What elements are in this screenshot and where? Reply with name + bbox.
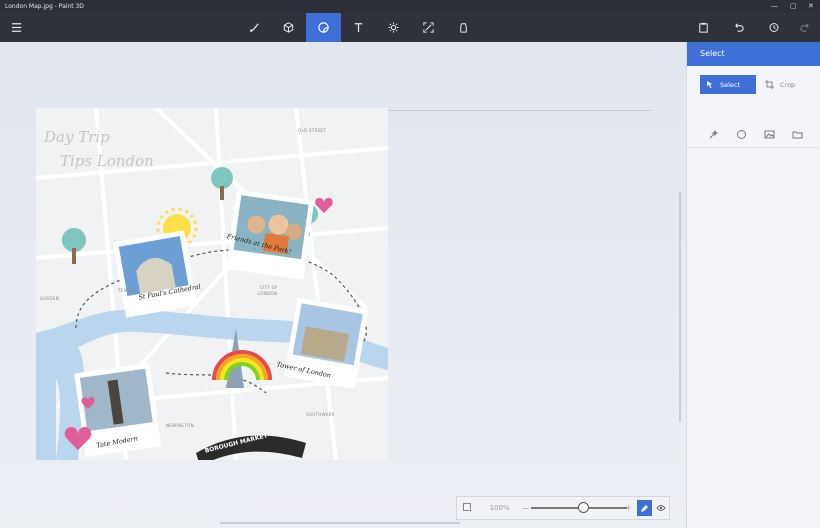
zoom-out-button[interactable]: — (521, 504, 530, 512)
fit-to-screen-button[interactable] (457, 502, 478, 514)
zoom-percent: 100% (489, 504, 510, 512)
sun-icon (388, 22, 399, 33)
horizontal-scrollbar[interactable] (220, 522, 460, 524)
paste-button[interactable] (686, 13, 720, 42)
image-icon (764, 130, 774, 138)
window-title: London Map.jpg - Paint 3D (5, 3, 84, 10)
tab-3d-library[interactable] (446, 13, 481, 42)
eye-icon (655, 505, 666, 511)
tab-3d-shapes[interactable] (271, 13, 306, 42)
paste-icon (698, 22, 708, 33)
fit-icon (463, 503, 472, 511)
undo-button[interactable] (721, 13, 755, 42)
handwritten-title-2: Tips London (60, 152, 154, 170)
tab-effects[interactable] (376, 13, 411, 42)
undo-icon (734, 23, 744, 32)
pen-mode-button[interactable] (636, 500, 652, 516)
text-icon (354, 23, 363, 33)
select-button-label: Select (720, 80, 741, 89)
map-label-old-street: OLD STREET (298, 128, 326, 133)
canvas-icon (423, 22, 434, 33)
folder-button[interactable] (791, 128, 803, 140)
tab-text[interactable] (341, 13, 376, 42)
history-button[interactable] (756, 13, 790, 42)
map-label-newington: NEWINGTON (166, 423, 194, 428)
map-label-garden: GARDEN (40, 296, 60, 301)
brush-icon (250, 23, 259, 32)
cube-icon (283, 22, 294, 33)
tab-stickers[interactable] (306, 13, 341, 42)
library-icon (460, 23, 467, 33)
view-mode-button[interactable] (652, 500, 669, 516)
panel-title: Select (687, 42, 820, 66)
circle-icon (736, 129, 746, 139)
canvas-workspace[interactable]: Day Trip Tips London St Paul's Cathedral… (0, 42, 686, 528)
maximize-button[interactable]: ▢ (790, 2, 797, 10)
crop-button-label: Crop (780, 80, 796, 89)
map-label-temple: TEMPLE (118, 288, 136, 293)
tab-brushes[interactable] (237, 13, 272, 42)
pen-icon (640, 504, 648, 512)
select-panel: Select Select Crop (686, 42, 820, 528)
history-icon (768, 22, 778, 33)
map-label-london: LONDON (258, 291, 278, 296)
crop-button[interactable]: Crop (762, 75, 812, 94)
folder-icon (792, 131, 802, 138)
zoom-slider-thumb[interactable] (577, 502, 589, 513)
cursor-icon (707, 81, 712, 89)
map-label-southwark: SOUTHWARK (306, 412, 335, 417)
map-label-city-of: CITY OF (260, 285, 278, 290)
crop-icon (765, 80, 774, 89)
zoom-slider[interactable] (530, 502, 627, 514)
image-select-button[interactable] (763, 128, 775, 140)
vertical-scrollbar[interactable] (679, 192, 681, 422)
redo-button[interactable] (790, 13, 820, 42)
title-bar: London Map.jpg - Paint 3D — ▢ ✕ (0, 0, 820, 13)
menu-button[interactable] (0, 13, 32, 42)
select-crop-row: Select Crop (700, 75, 812, 94)
panel-divider (687, 147, 820, 148)
magic-select-icon (709, 128, 719, 138)
magic-select-button[interactable] (707, 128, 719, 140)
sticker-icon (318, 22, 329, 33)
london-map-image[interactable]: Day Trip Tips London St Paul's Cathedral… (36, 108, 388, 460)
canvas-guide-line (388, 110, 652, 111)
handwritten-title-1: Day Trip (44, 128, 110, 146)
selection-shape-row (707, 128, 803, 140)
select-button[interactable]: Select (700, 75, 756, 94)
main-toolbar (0, 13, 820, 42)
redo-icon (799, 23, 809, 32)
ellipse-select-button[interactable] (735, 128, 747, 140)
tab-canvas[interactable] (411, 13, 446, 42)
minimize-button[interactable]: — (771, 2, 778, 10)
hamburger-icon (11, 23, 21, 32)
close-button[interactable]: ✕ (808, 2, 814, 10)
zoom-bar: 100% — + (456, 496, 670, 520)
